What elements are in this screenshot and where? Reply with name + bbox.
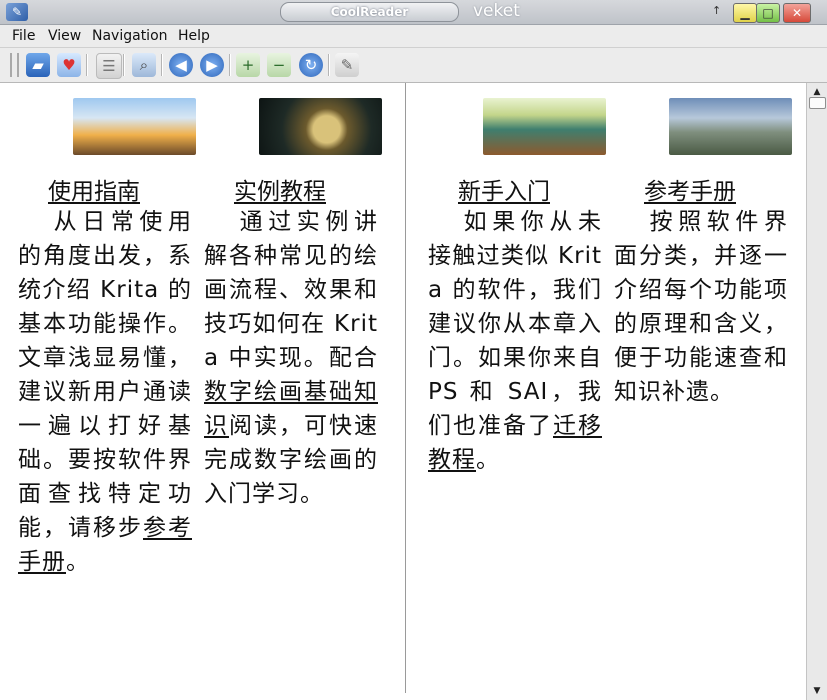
toolbar-separator <box>123 54 125 76</box>
menu-help[interactable]: Help <box>178 28 210 44</box>
scrollbar-thumb[interactable] <box>809 97 826 109</box>
vertical-scrollbar[interactable]: ▲ ▼ <box>806 83 827 700</box>
toolbar-separator <box>328 54 330 76</box>
zoom-out-icon[interactable]: − <box>267 53 291 77</box>
guide-thumbnail-image[interactable] <box>73 98 196 155</box>
maximize-button[interactable]: □ <box>756 3 780 23</box>
title-bar: ✎ CoolReader veket ↑ ▁ □ ✕ <box>0 0 827 25</box>
toolbar: ▰ ♥ ☰ ⌕ ◀ ▶ + − ↻ ✎ <box>0 48 827 83</box>
toolbar-grip[interactable] <box>10 53 19 77</box>
back-arrow-icon[interactable]: ◀ <box>169 53 193 77</box>
toolbar-separator <box>229 54 231 76</box>
settings-wrench-icon[interactable]: ✎ <box>335 53 359 77</box>
bookmark-heart-icon[interactable]: ♥ <box>57 53 81 77</box>
window-title: CoolReader <box>280 2 459 22</box>
window-subtitle: veket <box>473 1 520 21</box>
menu-bar: File View Navigation Help <box>0 25 827 48</box>
toolbar-separator <box>161 54 163 76</box>
page-divider <box>405 83 406 693</box>
menu-navigation[interactable]: Navigation <box>92 28 168 44</box>
coolreader-app-icon[interactable]: ✎ <box>6 3 28 21</box>
tutorial-thumbnail-image[interactable] <box>259 98 382 155</box>
scroll-down-arrow-icon[interactable]: ▼ <box>810 684 824 698</box>
paragraph-user-guide: 从日常使用的角度出发，系统介绍 Krita 的基本功能操作。文章浅显易懂，建议新… <box>18 209 192 575</box>
minimize-button[interactable]: ▁ <box>733 3 757 23</box>
close-button[interactable]: ✕ <box>783 3 811 23</box>
heading-beginner[interactable]: 新手入门 <box>458 172 550 206</box>
pin-icon[interactable]: ↑ <box>712 4 721 17</box>
menu-file[interactable]: File <box>12 28 35 44</box>
beginner-thumbnail-image[interactable] <box>483 98 606 155</box>
table-of-contents-icon[interactable]: ☰ <box>96 53 122 79</box>
find-icon[interactable]: ⌕ <box>132 53 156 77</box>
heading-reference[interactable]: 参考手册 <box>644 172 736 206</box>
menu-view[interactable]: View <box>48 28 81 44</box>
toolbar-separator <box>86 54 88 76</box>
forward-arrow-icon[interactable]: ▶ <box>200 53 224 77</box>
reference-thumbnail-image[interactable] <box>669 98 792 155</box>
rotate-icon[interactable]: ↻ <box>299 53 323 77</box>
open-folder-icon[interactable]: ▰ <box>26 53 50 77</box>
heading-user-guide[interactable]: 使用指南 <box>48 172 140 206</box>
paragraph-beginner: 如果你从未接触过类似 Krita 的软件，我们建议你从本章入门。如果你来自 PS… <box>428 209 602 473</box>
zoom-in-icon[interactable]: + <box>236 53 260 77</box>
paragraph-reference: 按照软件界面分类，并逐一介绍每个功能项的原理和含义，便于功能速查和知识补遗。 <box>614 209 788 405</box>
paragraph-tutorials: 通过实例讲解各种常见的绘画流程、效果和技巧如何在 Krita 中实现。配合数字绘… <box>204 209 378 507</box>
heading-tutorials[interactable]: 实例教程 <box>234 172 326 206</box>
